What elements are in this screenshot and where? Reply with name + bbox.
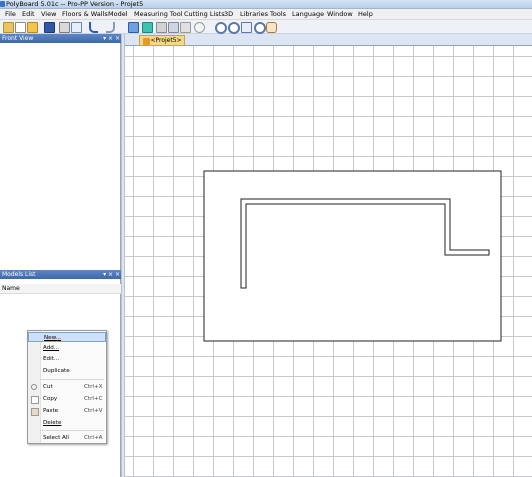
grid-icon[interactable] bbox=[168, 22, 179, 33]
menu-language[interactable]: Language bbox=[292, 9, 324, 20]
menu-item-copy[interactable]: Copy Ctrl+C bbox=[28, 394, 106, 404]
menu-item-add[interactable]: Add... bbox=[28, 343, 106, 353]
menu-item-label: New... bbox=[44, 335, 62, 341]
menu-item-new[interactable]: New... bbox=[28, 332, 106, 342]
menu-item-cut[interactable]: Cut Ctrl+X bbox=[28, 382, 106, 392]
menu-item-delete[interactable]: Delete bbox=[28, 418, 106, 428]
front-view-title: Front View bbox=[2, 35, 34, 42]
document-tab-bar: <Projet5> bbox=[125, 34, 532, 46]
save-icon[interactable] bbox=[44, 22, 55, 33]
menu-separator bbox=[40, 430, 104, 431]
cut-list-icon[interactable] bbox=[156, 22, 167, 33]
toolbar bbox=[0, 20, 532, 34]
new-file-icon[interactable] bbox=[3, 22, 14, 33]
menu-item-shortcut: Ctrl+X bbox=[84, 384, 103, 390]
lock-icon[interactable] bbox=[180, 22, 191, 33]
menu-3d[interactable]: 3D bbox=[224, 9, 233, 20]
menu-item-shortcut: Ctrl+A bbox=[84, 435, 103, 441]
menu-item-edit[interactable]: Edit... bbox=[28, 354, 106, 364]
redo-icon[interactable] bbox=[106, 22, 115, 33]
models-list-title: Models List bbox=[2, 271, 36, 278]
column-name-label: Name bbox=[2, 285, 20, 292]
undo-icon[interactable] bbox=[89, 22, 98, 33]
menu-item-label: Cut bbox=[43, 384, 53, 390]
blank-doc-icon[interactable] bbox=[15, 22, 26, 33]
info-icon[interactable] bbox=[194, 22, 205, 33]
front-view-panel-header: Front View ▾ ⨯ × bbox=[0, 34, 123, 43]
menu-item-select-all[interactable]: Select All Ctrl+A bbox=[28, 433, 106, 443]
open-folder-icon[interactable] bbox=[27, 22, 38, 33]
menu-item-shortcut: Ctrl+C bbox=[84, 396, 103, 402]
menu-item-paste[interactable]: Paste Ctrl+V bbox=[28, 406, 106, 416]
panel-window-buttons[interactable]: ▾ ⨯ × bbox=[103, 34, 120, 43]
menu-file[interactable]: File bbox=[5, 9, 16, 20]
copy-icon bbox=[31, 396, 39, 404]
menu-help[interactable]: Help bbox=[358, 9, 373, 20]
view-3d-icon[interactable] bbox=[142, 22, 153, 33]
menu-bar: File Edit View Floors & Walls Model Meas… bbox=[0, 9, 532, 20]
scissors-icon bbox=[31, 384, 37, 390]
window-title: PolyBoard 5.01c -- Pro-PP Version - Proj… bbox=[6, 0, 144, 8]
panel-window-buttons[interactable]: ▾ ⨯ × bbox=[103, 270, 120, 279]
menu-item-label: Delete bbox=[43, 420, 62, 426]
menu-libraries[interactable]: Libraries bbox=[240, 9, 268, 20]
project-icon bbox=[143, 38, 150, 45]
models-column-header[interactable]: Name bbox=[0, 284, 121, 294]
document-tab-label: <Projet5> bbox=[150, 37, 182, 44]
menu-view[interactable]: View bbox=[41, 9, 56, 20]
app-icon bbox=[0, 1, 5, 7]
floor-plan-drawing bbox=[203, 170, 502, 342]
menu-measuring-tool[interactable]: Measuring Tool bbox=[134, 9, 183, 20]
menu-window[interactable]: Window bbox=[327, 9, 353, 20]
room-outline bbox=[203, 170, 502, 342]
menu-item-label: Paste bbox=[43, 408, 59, 414]
menu-edit[interactable]: Edit bbox=[22, 9, 35, 20]
menu-item-label: Edit... bbox=[43, 356, 60, 362]
zoom-window-icon[interactable] bbox=[254, 22, 266, 34]
menu-model[interactable]: Model bbox=[108, 9, 128, 20]
menu-item-shortcut: Ctrl+V bbox=[84, 408, 103, 414]
menu-item-label: Copy bbox=[43, 396, 58, 402]
drawing-canvas[interactable] bbox=[125, 46, 532, 477]
menu-separator bbox=[40, 379, 104, 380]
menu-item-label: Add... bbox=[43, 345, 60, 351]
paste-icon bbox=[31, 408, 39, 416]
menu-floors-walls[interactable]: Floors & Walls bbox=[62, 9, 108, 20]
print-preview-icon[interactable] bbox=[71, 22, 82, 33]
title-bar: PolyBoard 5.01c -- Pro-PP Version - Proj… bbox=[0, 0, 532, 9]
menu-cutting-lists[interactable]: Cutting Lists bbox=[184, 9, 225, 20]
menu-item-duplicate[interactable]: Duplicate bbox=[28, 366, 106, 376]
menu-item-label: Select All bbox=[43, 435, 69, 441]
context-menu: New... Add... Edit... Duplicate Cut Ctrl… bbox=[27, 330, 107, 444]
models-list-panel-header: Models List ▾ ⨯ × bbox=[0, 270, 123, 279]
pan-hand-icon[interactable] bbox=[266, 22, 277, 33]
print-icon[interactable] bbox=[59, 22, 70, 33]
zoom-extents-icon[interactable] bbox=[241, 22, 252, 33]
zoom-out-icon[interactable] bbox=[228, 22, 240, 34]
view-2d-icon[interactable] bbox=[128, 22, 139, 33]
menu-tools[interactable]: Tools bbox=[270, 9, 286, 20]
document-tab[interactable]: <Projet5> bbox=[139, 35, 185, 46]
menu-item-label: Duplicate bbox=[43, 368, 70, 374]
zoom-in-icon[interactable] bbox=[215, 22, 227, 34]
